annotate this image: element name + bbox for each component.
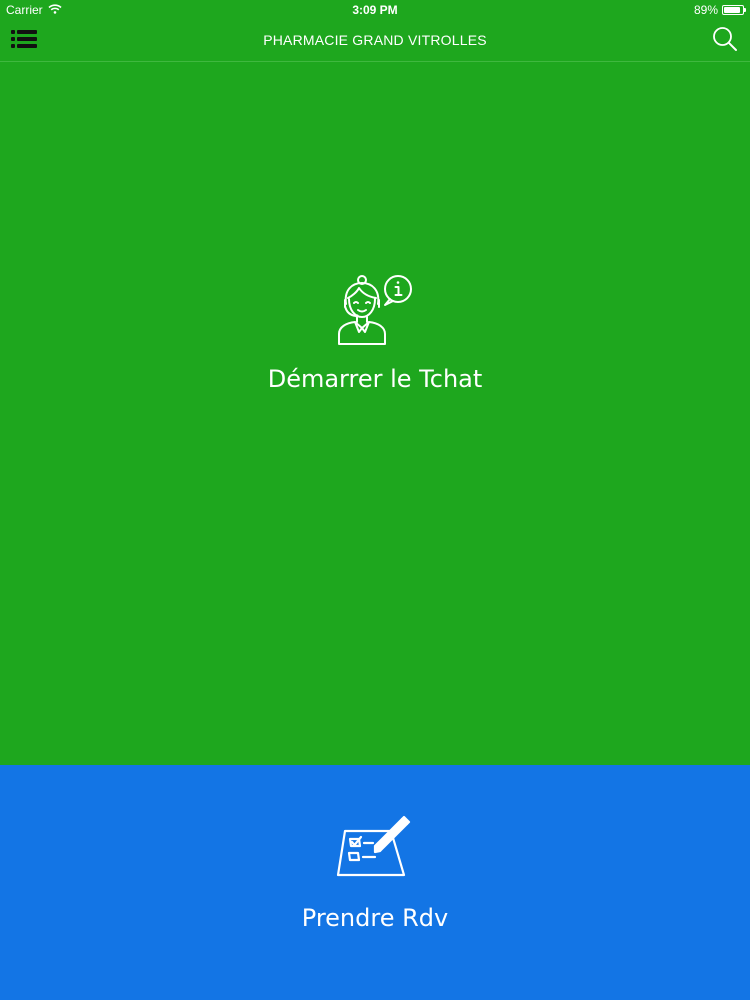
book-appointment-label: Prendre Rdv (301, 904, 449, 932)
start-chat-panel[interactable]: Démarrer le Tchat (0, 62, 750, 765)
search-button[interactable] (710, 26, 740, 56)
checklist-pencil-icon (0, 815, 750, 881)
search-icon (712, 26, 738, 57)
status-time: 3:09 PM (352, 3, 398, 17)
menu-list-icon (10, 28, 38, 55)
menu-button[interactable] (8, 27, 40, 55)
app-screen: Carrier 3:09 PM 89% PHARMACIE GRAND VITR… (0, 0, 750, 1000)
status-right: 89% (693, 3, 746, 17)
support-agent-info-icon (0, 272, 750, 346)
status-bar: Carrier 3:09 PM 89% (0, 0, 750, 20)
battery-fill (724, 7, 741, 13)
page-title: PHARMACIE GRAND VITROLLES (263, 32, 487, 48)
start-chat-label: Démarrer le Tchat (267, 365, 483, 393)
battery-icon (722, 5, 746, 15)
nav-bar: PHARMACIE GRAND VITROLLES (0, 20, 750, 62)
battery-percent: 89% (693, 3, 718, 17)
book-appointment-panel[interactable]: Prendre Rdv (0, 765, 750, 1000)
